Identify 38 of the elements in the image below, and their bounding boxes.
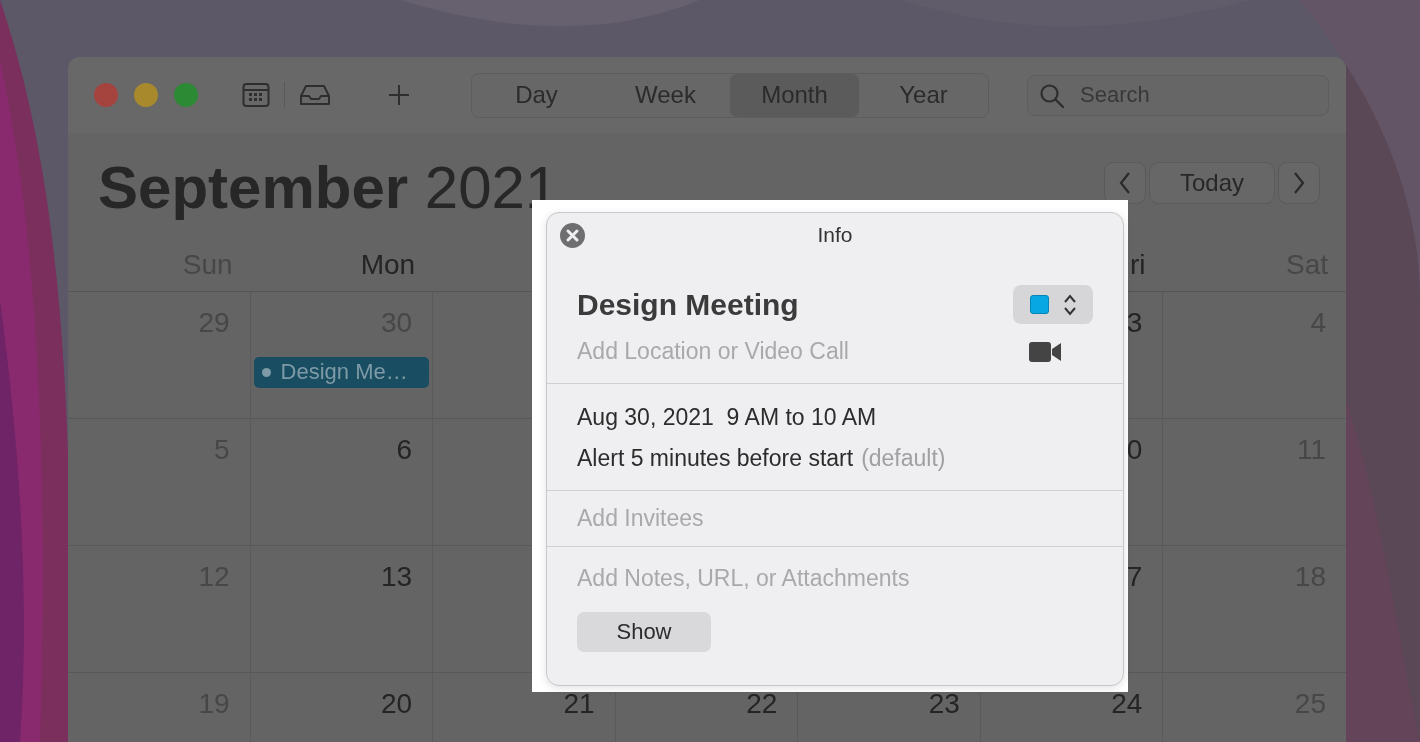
chevron-left-icon bbox=[1118, 171, 1132, 195]
view-tab[interactable]: Week bbox=[601, 73, 730, 117]
chevron-right-icon bbox=[1292, 171, 1306, 195]
day-number: 6 bbox=[396, 433, 414, 467]
close-icon[interactable] bbox=[560, 223, 585, 248]
invitees-field[interactable]: Add Invitees bbox=[577, 505, 704, 531]
day-number: 20 bbox=[381, 687, 414, 721]
event-title[interactable]: Design Meeting bbox=[577, 287, 799, 322]
chevron-up-down-icon bbox=[1062, 292, 1077, 317]
day-number: 22 bbox=[746, 687, 779, 721]
day-number: 3 bbox=[1126, 306, 1144, 340]
add-icon[interactable] bbox=[387, 83, 411, 107]
date-time-text[interactable]: Aug 30, 2021 9 AM to 10 AM bbox=[577, 404, 1093, 431]
inbox-icon[interactable] bbox=[299, 83, 331, 107]
calendar-color-button[interactable] bbox=[1013, 285, 1093, 324]
minimize-button[interactable] bbox=[134, 83, 158, 107]
day-number: 0 bbox=[1126, 433, 1144, 467]
day-number: 7 bbox=[1126, 560, 1144, 594]
show-button[interactable]: Show bbox=[577, 612, 711, 652]
day-number: 13 bbox=[381, 560, 414, 594]
event-chip[interactable]: Design Me… bbox=[253, 356, 430, 388]
weekday-label: ri bbox=[1129, 248, 1146, 281]
video-camera-icon[interactable] bbox=[1029, 341, 1061, 362]
weekday-label: Mon bbox=[360, 248, 416, 281]
day-number: 21 bbox=[563, 687, 596, 721]
popover-title: Info bbox=[817, 223, 853, 247]
alert-default-note: (default) bbox=[861, 445, 946, 472]
location-field[interactable]: Add Location or Video Call bbox=[577, 338, 849, 365]
alert-text[interactable]: Alert 5 minutes before start bbox=[577, 445, 854, 472]
previous-button[interactable] bbox=[1104, 162, 1146, 204]
next-button[interactable] bbox=[1278, 162, 1320, 204]
day-number: 23 bbox=[928, 687, 961, 721]
view-tab[interactable]: Day bbox=[472, 73, 601, 117]
calendar-icon[interactable] bbox=[242, 82, 270, 108]
day-number: 24 bbox=[1111, 687, 1144, 721]
view-tab[interactable]: Year bbox=[859, 73, 988, 117]
notes-field[interactable]: Add Notes, URL, or Attachments bbox=[577, 565, 1093, 592]
today-button[interactable]: Today bbox=[1149, 162, 1275, 204]
